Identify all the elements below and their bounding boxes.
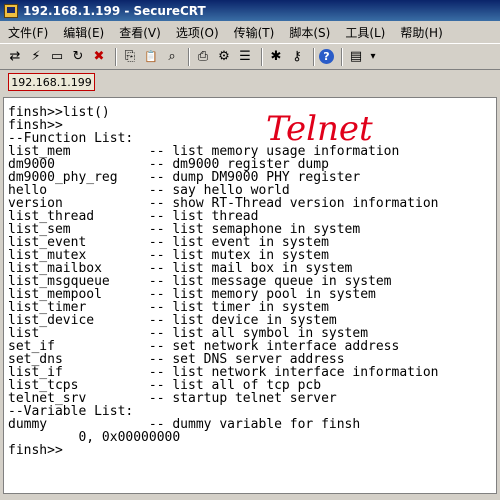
toolbar: ⇄ ⚡ ▭ ↻ ✖ ⎘ 📋 ⌕ ⎙ ⚙ ☰ ✱ ⚷ ? ▤ ▾ xyxy=(0,43,500,70)
connect-tab-icon[interactable]: ▭ xyxy=(48,48,66,66)
menu-help[interactable]: 帮助(H) xyxy=(398,23,444,42)
reconnect-icon[interactable]: ↻ xyxy=(69,48,87,66)
connect-icon[interactable]: ⇄ xyxy=(6,48,24,66)
toolbar-separator xyxy=(341,47,343,66)
window-title: 192.168.1.199 - SecureCRT xyxy=(23,3,206,18)
securecrt-app-icon xyxy=(4,3,18,18)
keymap-icon[interactable]: ⚷ xyxy=(288,48,306,66)
session-tab[interactable]: 192.168.1.199 xyxy=(8,73,95,91)
copy-icon[interactable]: ⎘ xyxy=(121,48,139,66)
menu-transfer[interactable]: 传输(T) xyxy=(232,23,277,42)
toolbar-separator xyxy=(115,47,117,66)
toolbar-separator xyxy=(188,47,190,66)
terminal-area[interactable]: finsh>>list() finsh>> --Function List: list… xyxy=(3,97,497,494)
quick-connect-icon[interactable]: ⚡ xyxy=(27,48,45,66)
toolbar-dropdown-icon[interactable]: ▾ xyxy=(368,48,378,66)
menu-tools[interactable]: 工具(L) xyxy=(343,23,387,42)
find-icon[interactable]: ⌕ xyxy=(163,48,181,66)
title-bar: 192.168.1.199 - SecureCRT xyxy=(0,0,500,21)
menu-edit[interactable]: 编辑(E) xyxy=(61,23,106,42)
terminal-line: finsh>> xyxy=(8,443,63,458)
menu-options[interactable]: 选项(O) xyxy=(174,23,221,42)
paste-icon[interactable]: 📋 xyxy=(142,48,160,66)
properties-icon[interactable]: ☰ xyxy=(236,48,254,66)
print-icon[interactable]: ⎙ xyxy=(194,48,212,66)
terminal-line: finsh>>list() xyxy=(8,105,110,120)
menu-file[interactable]: 文件(F) xyxy=(6,23,50,42)
help-icon[interactable]: ? xyxy=(319,49,334,64)
session-tab-label: 192.168.1.199 xyxy=(11,75,92,89)
session-tab-bar: 192.168.1.199 xyxy=(0,70,500,94)
menu-bar: 文件(F) 编辑(E) 查看(V) 选项(O) 传输(T) 脚本(S) 工具(L… xyxy=(0,21,500,43)
toolbar-separator xyxy=(313,47,315,66)
sftp-icon[interactable]: ▤ xyxy=(347,48,365,66)
terminal-line: 0, 0x00000000 xyxy=(8,430,181,445)
menu-view[interactable]: 查看(V) xyxy=(117,23,163,42)
terminal-output: finsh>>list() finsh>> --Function List: list… xyxy=(8,106,438,457)
menu-script[interactable]: 脚本(S) xyxy=(287,23,332,42)
telnet-annotation: Telnet xyxy=(266,109,373,149)
disconnect-icon[interactable]: ✖ xyxy=(90,48,108,66)
print-setup-icon[interactable]: ⚙ xyxy=(215,48,233,66)
toolbar-separator xyxy=(261,47,263,66)
options-icon[interactable]: ✱ xyxy=(267,48,285,66)
